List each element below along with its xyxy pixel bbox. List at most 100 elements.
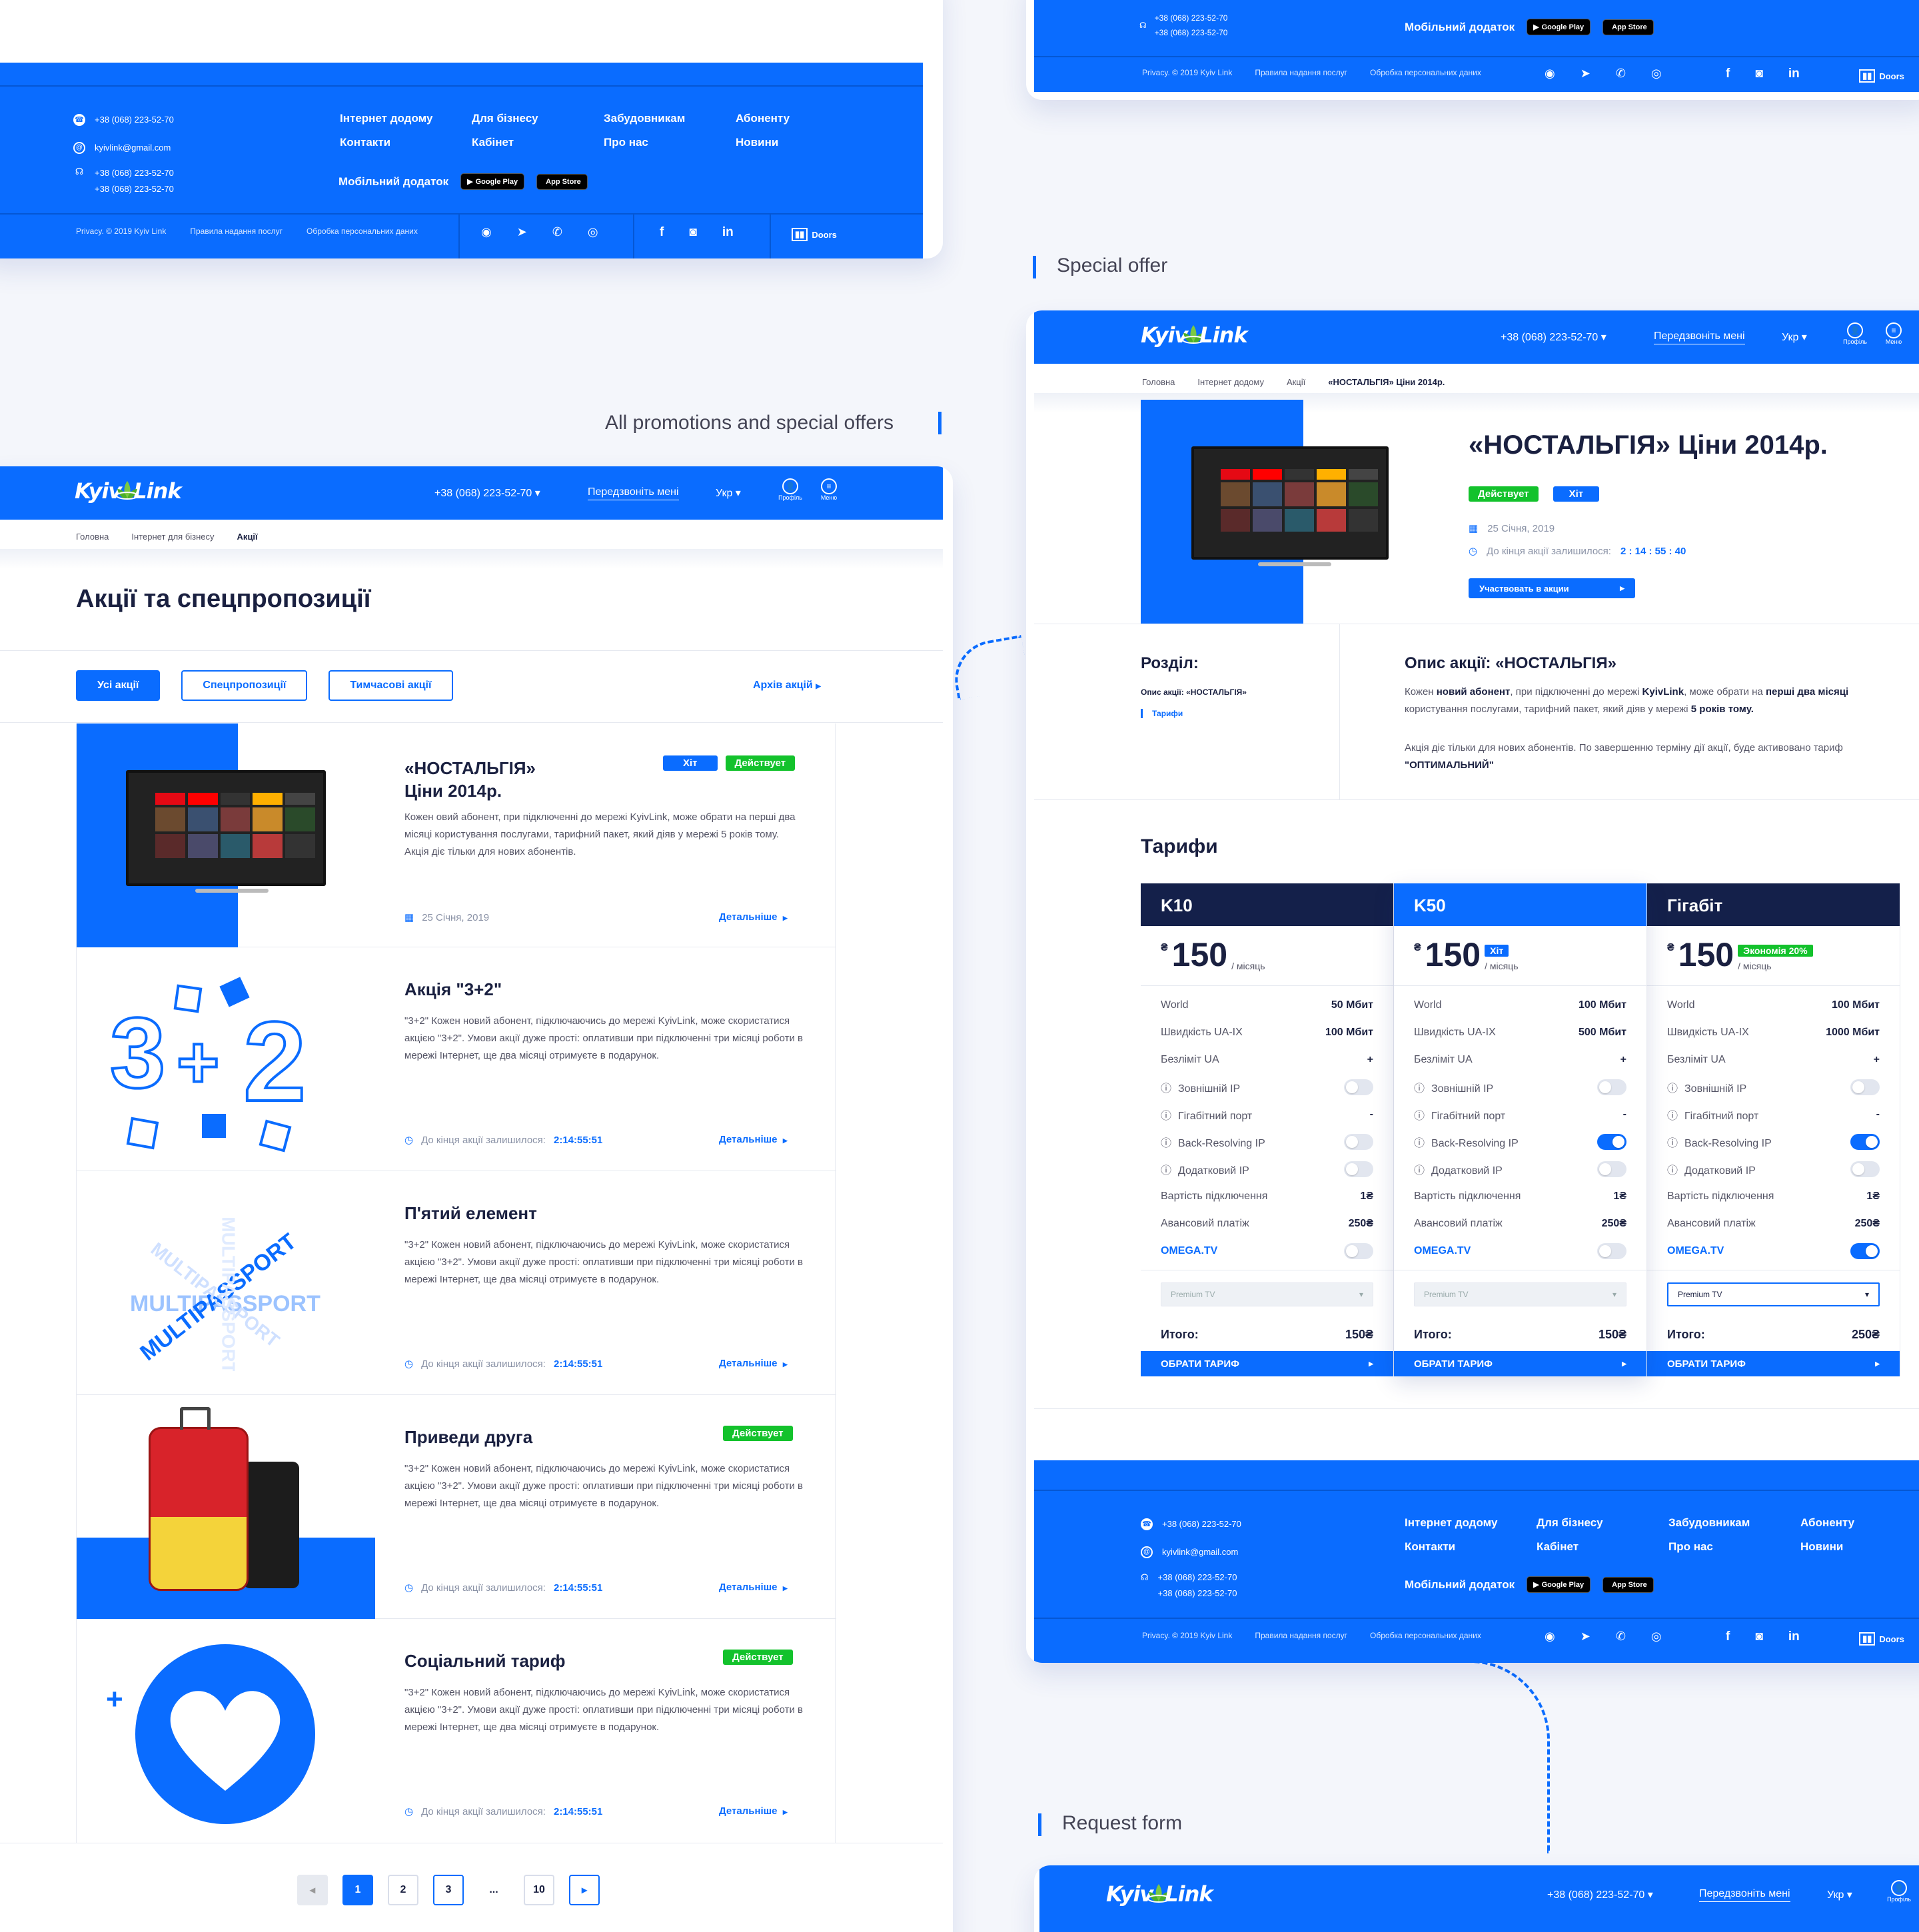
viber-icon[interactable]: ✆ bbox=[1616, 67, 1626, 81]
choose-tariff-button[interactable]: ОБРАТИ ТАРИФ ▶ bbox=[1141, 1351, 1393, 1376]
footer-link[interactable]: Забудовникам bbox=[1668, 1516, 1800, 1530]
choose-tariff-button[interactable]: ОБРАТИ ТАРИФ ▶ bbox=[1394, 1351, 1646, 1376]
footer-phone[interactable]: +38 (068) 223-52-70 bbox=[1162, 1516, 1241, 1532]
callback-link[interactable]: Передзвоніть мені bbox=[588, 486, 679, 500]
callback-link[interactable]: Передзвоніть мені bbox=[1699, 1888, 1790, 1902]
breadcrumb-item[interactable]: Головна bbox=[1142, 377, 1175, 387]
app-store-button[interactable]: App Store bbox=[1602, 1576, 1654, 1593]
footer-phone[interactable]: +38 (068) 223-52-70 bbox=[95, 181, 174, 197]
footer-link[interactable]: Контакти bbox=[340, 136, 472, 149]
telegram-icon[interactable]: ➤ bbox=[1581, 67, 1591, 81]
lang-select[interactable]: Укр ▾ bbox=[1782, 330, 1807, 344]
filter-temporary[interactable]: Тимчасові акції bbox=[328, 670, 453, 701]
lang-select[interactable]: Укр ▾ bbox=[1827, 1888, 1852, 1901]
footer-link[interactable]: Для бізнесу bbox=[472, 112, 604, 125]
app-store-button[interactable]: App Store bbox=[1602, 19, 1654, 35]
breadcrumb-item[interactable]: Акції bbox=[1287, 377, 1305, 387]
toggle-switch[interactable] bbox=[1597, 1079, 1626, 1095]
tv-package-select[interactable]: Premium TV ▾ bbox=[1667, 1282, 1880, 1306]
whatsapp-icon[interactable]: ◎ bbox=[588, 225, 598, 239]
footer-phone[interactable]: +38 (068) 223-52-70 bbox=[95, 112, 174, 128]
toggle-switch[interactable] bbox=[1597, 1133, 1626, 1150]
google-play-button[interactable]: ▶ Google Play bbox=[1527, 1576, 1591, 1593]
privacy-link[interactable]: Privacy. © 2019 Kyiv Link bbox=[76, 227, 166, 236]
personal-data-link[interactable]: Обробка персональних даних bbox=[307, 227, 418, 236]
header-phone[interactable]: +38 (068) 223-52-70 ▾ bbox=[434, 486, 540, 500]
footer-phone[interactable]: +38 (068) 223-52-70 bbox=[1155, 25, 1228, 40]
instagram-icon[interactable]: ◙ bbox=[1755, 67, 1762, 81]
facebook-icon[interactable]: f bbox=[1726, 1630, 1730, 1644]
menu-button[interactable]: ≡ Меню bbox=[816, 478, 842, 501]
lang-select[interactable]: Укр ▾ bbox=[716, 486, 741, 500]
facebook-icon[interactable]: f bbox=[660, 225, 664, 240]
next-page-button[interactable]: ▸ bbox=[569, 1875, 600, 1905]
google-play-button[interactable]: ▶ Google Play bbox=[460, 173, 525, 190]
messenger-icon[interactable]: ◉ bbox=[1545, 67, 1555, 81]
breadcrumb-item[interactable]: Інтернет для бізнесу bbox=[131, 532, 214, 542]
doors-logo[interactable]: ▮▮ Doors bbox=[1859, 1632, 1904, 1646]
toggle-switch[interactable] bbox=[1344, 1242, 1373, 1259]
linkedin-icon[interactable]: in bbox=[1788, 1630, 1800, 1644]
more-link[interactable]: Детальніше ▶ bbox=[719, 1134, 788, 1145]
toggle-switch[interactable] bbox=[1850, 1079, 1880, 1095]
footer-phone[interactable]: +38 (068) 223-52-70 bbox=[1158, 1586, 1237, 1602]
footer-link[interactable]: Новини bbox=[1800, 1540, 1919, 1554]
facebook-icon[interactable]: f bbox=[1726, 67, 1730, 81]
breadcrumb-item[interactable]: Головна bbox=[76, 532, 109, 542]
toggle-switch[interactable] bbox=[1344, 1133, 1373, 1150]
logo[interactable]: Kyiv Link bbox=[1106, 1881, 1213, 1907]
toggle-switch[interactable] bbox=[1344, 1161, 1373, 1177]
footer-link[interactable]: Кабінет bbox=[1537, 1540, 1668, 1554]
list-item[interactable]: + Соціальний тариф Действует "3+2" Кожен… bbox=[77, 1619, 836, 1843]
more-link[interactable]: Детальніше ▶ bbox=[719, 1805, 788, 1817]
footer-link[interactable]: Новини bbox=[736, 136, 868, 149]
profile-button[interactable]: 👤 Профіль bbox=[1886, 1880, 1912, 1903]
choose-tariff-button[interactable]: ОБРАТИ ТАРИФ ▶ bbox=[1647, 1351, 1900, 1376]
breadcrumb-item[interactable]: Інтернет додому bbox=[1197, 377, 1264, 387]
page-button[interactable]: 2 bbox=[388, 1875, 418, 1905]
join-button[interactable]: Участвовать в акции ▶ bbox=[1469, 578, 1635, 598]
more-link[interactable]: Детальніше ▶ bbox=[719, 1358, 788, 1369]
footer-phone[interactable]: +38 (068) 223-52-70 bbox=[1158, 1570, 1237, 1586]
page-button[interactable]: 3 bbox=[433, 1875, 464, 1905]
footer-link[interactable]: Про нас bbox=[1668, 1540, 1800, 1554]
more-link[interactable]: Детальніше ▶ bbox=[719, 911, 788, 923]
tv-package-select[interactable]: Premium TV ▾ bbox=[1414, 1282, 1626, 1306]
header-phone[interactable]: +38 (068) 223-52-70 ▾ bbox=[1501, 330, 1606, 344]
rules-link[interactable]: Правила надання послуг bbox=[190, 227, 283, 236]
personal-data-link[interactable]: Обробка персональних даних bbox=[1370, 68, 1481, 77]
more-link[interactable]: Детальніше ▶ bbox=[719, 1582, 788, 1593]
prev-page-button[interactable]: ◂ bbox=[297, 1875, 328, 1905]
viber-icon[interactable]: ✆ bbox=[1616, 1630, 1626, 1644]
messenger-icon[interactable]: ◉ bbox=[1545, 1630, 1555, 1644]
instagram-icon[interactable]: ◙ bbox=[1755, 1630, 1762, 1644]
telegram-icon[interactable]: ➤ bbox=[1581, 1630, 1591, 1644]
footer-link[interactable]: Кабінет bbox=[472, 136, 604, 149]
footer-phone[interactable]: +38 (068) 223-52-70 bbox=[95, 165, 174, 181]
messenger-icon[interactable]: ◉ bbox=[481, 225, 492, 239]
section-link[interactable]: Тарифи bbox=[1141, 709, 1183, 718]
profile-button[interactable]: 👤 Профіль bbox=[1842, 322, 1868, 345]
rules-link[interactable]: Правила надання послуг bbox=[1255, 68, 1347, 77]
logo[interactable]: Kyiv Link bbox=[75, 478, 182, 504]
privacy-link[interactable]: Privacy. © 2019 Kyiv Link bbox=[1142, 68, 1232, 77]
toggle-switch[interactable] bbox=[1850, 1161, 1880, 1177]
linkedin-icon[interactable]: in bbox=[722, 225, 734, 240]
personal-data-link[interactable]: Обробка персональних даних bbox=[1370, 1631, 1481, 1640]
footer-email[interactable]: kyivlink@gmail.com bbox=[95, 140, 171, 156]
filter-special[interactable]: Спецпропозиції bbox=[181, 670, 308, 701]
archive-link[interactable]: Архів акцій ▶ bbox=[753, 680, 821, 692]
footer-link[interactable]: Забудовникам bbox=[604, 112, 736, 125]
rules-link[interactable]: Правила надання послуг bbox=[1255, 1631, 1347, 1640]
footer-link[interactable]: Абоненту bbox=[1800, 1516, 1919, 1530]
viber-icon[interactable]: ✆ bbox=[552, 225, 562, 239]
profile-button[interactable]: 👤 Профіль bbox=[777, 478, 804, 501]
list-item[interactable]: MULTIPASSPORT MULTIPASSPORT MULTIPASSPOR… bbox=[77, 1171, 836, 1395]
linkedin-icon[interactable]: in bbox=[1788, 67, 1800, 81]
privacy-link[interactable]: Privacy. © 2019 Kyiv Link bbox=[1142, 1631, 1232, 1640]
tv-package-select[interactable]: Premium TV ▾ bbox=[1161, 1282, 1373, 1306]
footer-link[interactable]: Для бізнесу bbox=[1537, 1516, 1668, 1530]
section-link[interactable]: Опис акції: «НОСТАЛЬГІЯ» bbox=[1141, 688, 1247, 697]
footer-phone[interactable]: +38 (068) 223-52-70 bbox=[1155, 11, 1228, 25]
doors-logo[interactable]: ▮▮ Doors bbox=[792, 228, 837, 241]
